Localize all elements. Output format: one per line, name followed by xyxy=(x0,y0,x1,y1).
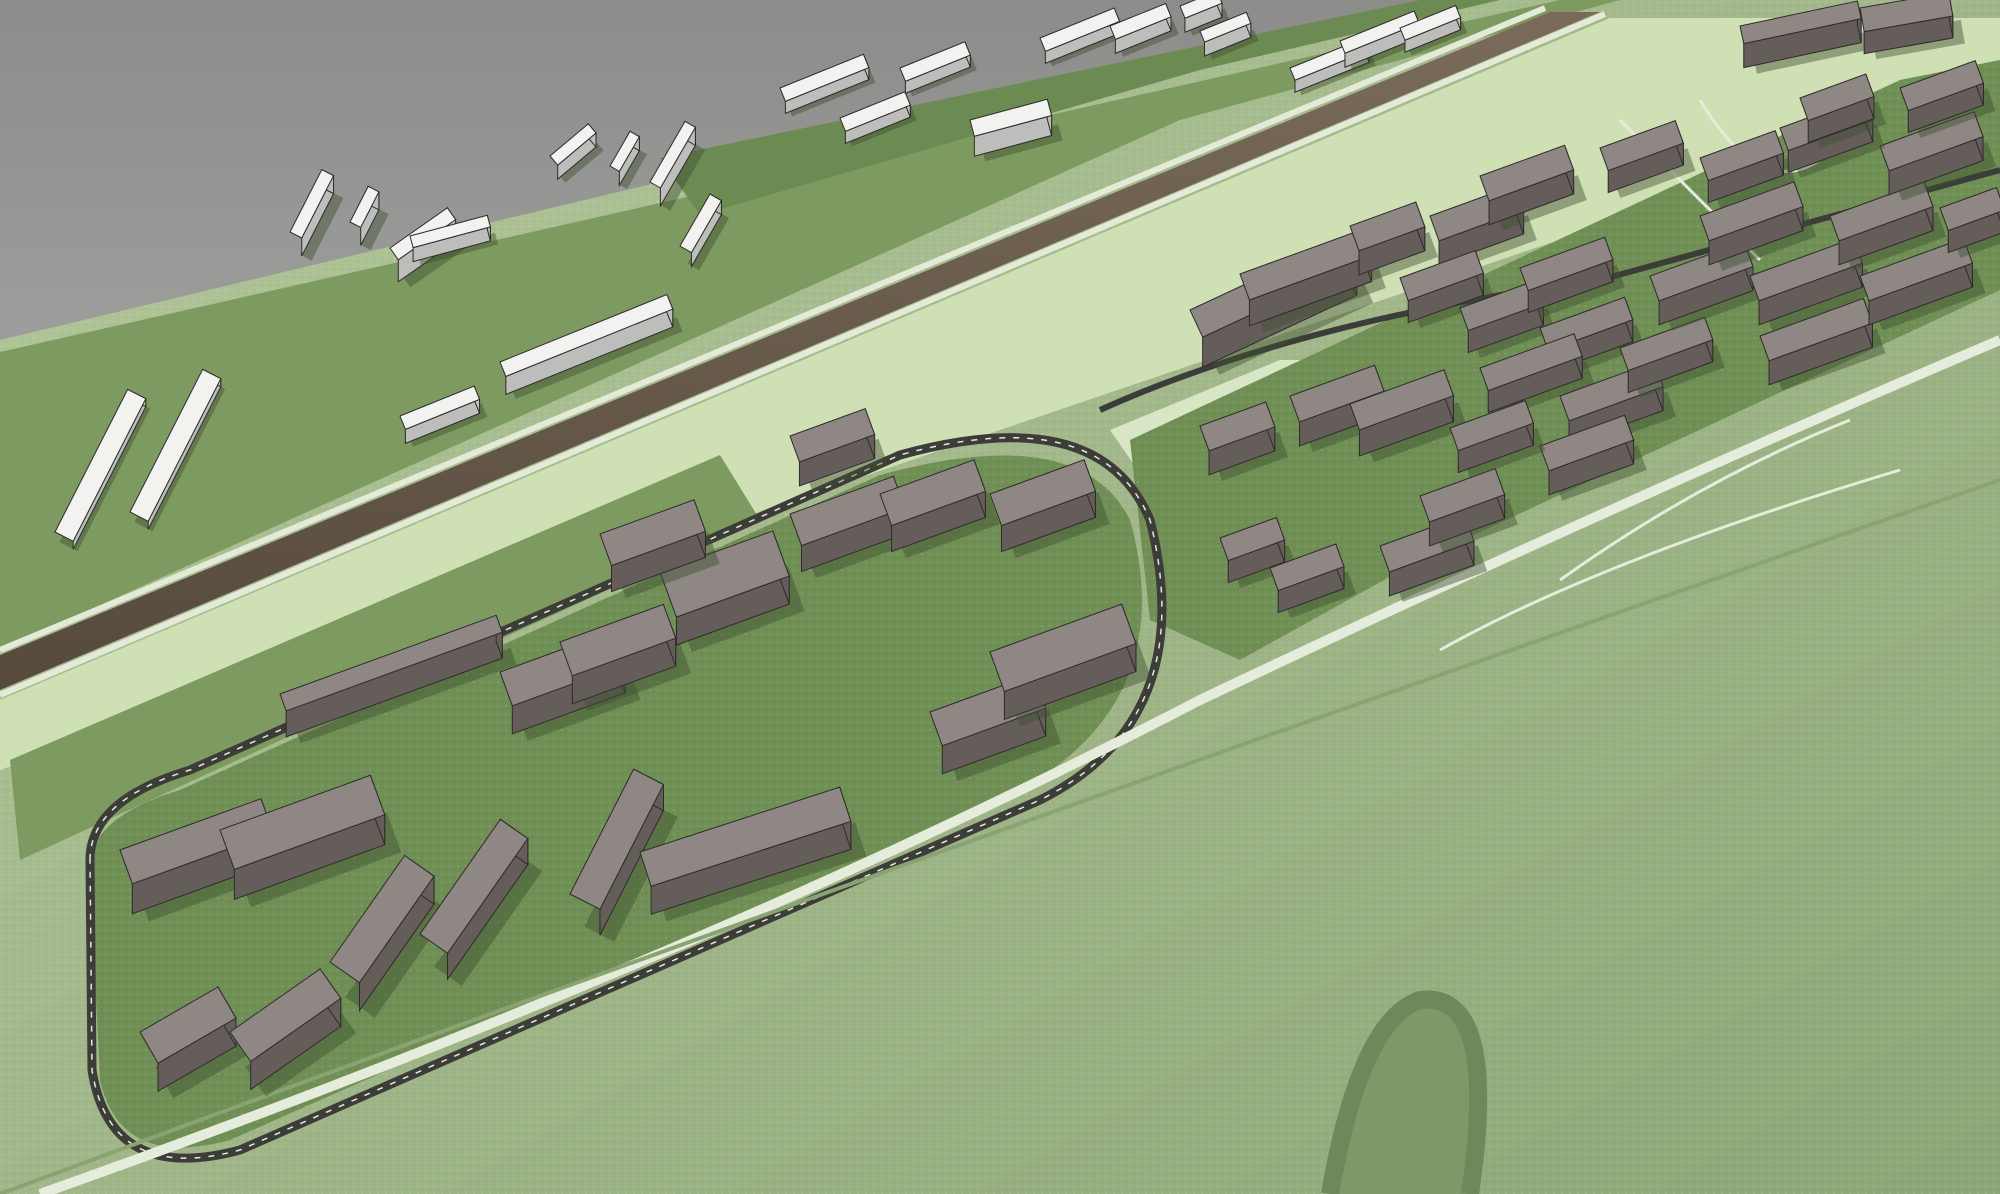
masterplan-render xyxy=(0,0,2000,1194)
masterplan-scene xyxy=(0,0,2000,1194)
